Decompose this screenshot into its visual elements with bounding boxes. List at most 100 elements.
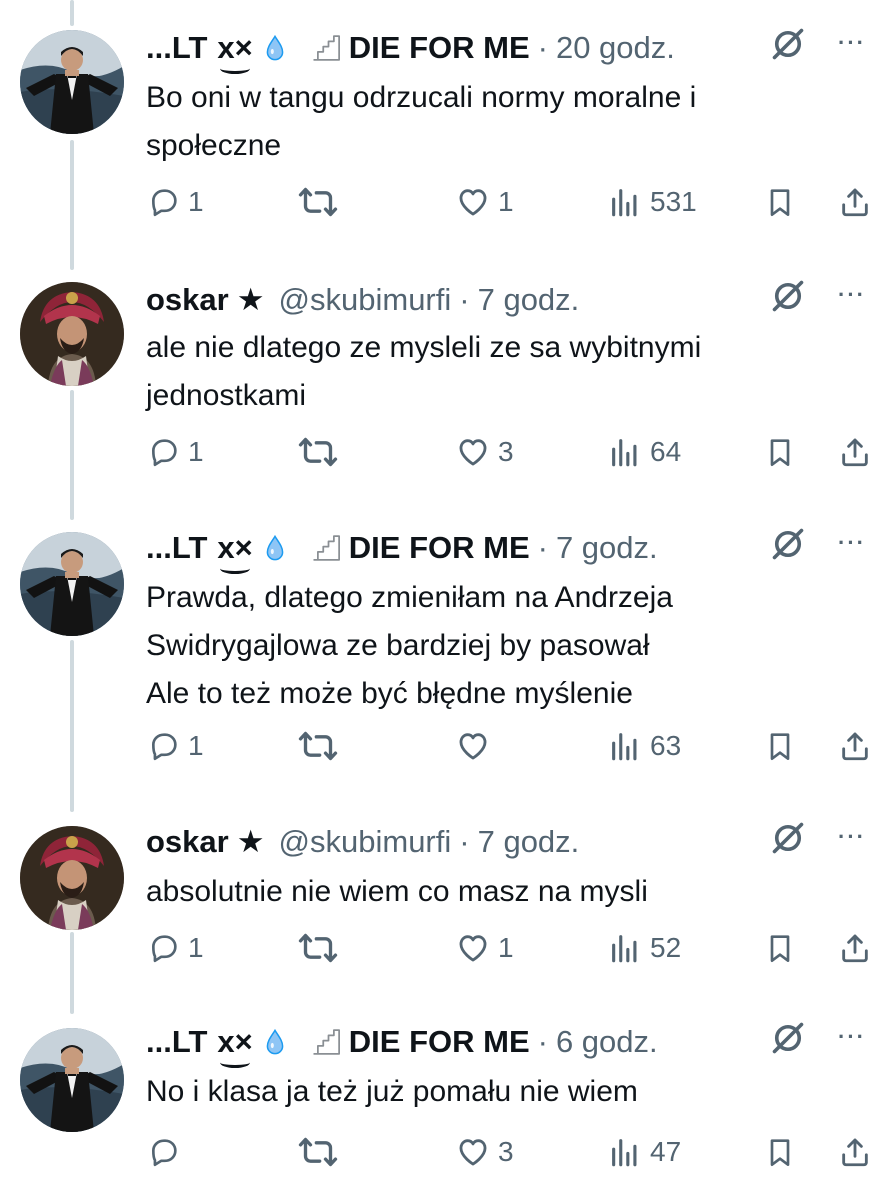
tweet-timestamp[interactable]: 7 godz.	[478, 282, 580, 318]
more-icon[interactable]: ···	[838, 530, 866, 556]
retweet-button[interactable]	[298, 926, 346, 970]
author-name-extra[interactable]: DIE FOR ME	[349, 530, 530, 566]
like-button[interactable]: 1	[456, 926, 514, 970]
share-button[interactable]	[838, 724, 872, 768]
tweet-timestamp[interactable]: 7 godz.	[478, 824, 580, 860]
tweet-actions: 1 63	[146, 724, 876, 768]
thread-connector-line	[70, 390, 74, 520]
avatar[interactable]	[20, 30, 124, 134]
like-button[interactable]: 3	[456, 430, 514, 474]
reply-icon	[148, 1136, 180, 1168]
more-icon[interactable]: ···	[838, 282, 866, 308]
share-icon	[838, 931, 872, 965]
reply-icon	[148, 436, 180, 468]
view-count: 64	[650, 436, 682, 467]
reply-button[interactable]: 1	[148, 926, 204, 970]
bookmark-icon	[764, 436, 796, 468]
share-button[interactable]	[838, 180, 872, 224]
bookmark-button[interactable]	[764, 430, 796, 474]
views-icon	[608, 931, 642, 965]
author-name[interactable]: oskar	[146, 282, 229, 318]
retweet-icon	[298, 1132, 338, 1172]
grok-icon[interactable]	[770, 278, 806, 322]
like-button[interactable]: 1	[456, 180, 514, 224]
tweet-actions: 1 3 64	[146, 430, 876, 474]
grok-icon[interactable]	[770, 1020, 806, 1064]
like-count: 1	[498, 932, 514, 963]
tweet-header: ...LT x× DIE FOR ME · 6 godz. ···	[146, 1020, 866, 1068]
thread-connector-line	[70, 640, 74, 812]
author-handle[interactable]: @skubimurfi	[279, 282, 452, 318]
author-name[interactable]: oskar	[146, 824, 229, 860]
views-icon	[608, 729, 642, 763]
tweet-timestamp[interactable]: 20 godz.	[556, 30, 675, 66]
tweet-header: ...LT x× DIE FOR ME · 7 godz. ···	[146, 526, 866, 574]
tweet-header: ...LT x× DIE FOR ME · 20 godz. ···	[146, 26, 866, 74]
more-icon[interactable]: ···	[838, 1024, 866, 1050]
avatar[interactable]	[20, 826, 124, 930]
tweet-text: absolutnie nie wiem co masz na mysli	[146, 868, 856, 916]
tweet-text-line: Prawda, dlatego zmieniłam na Andrzeja	[146, 581, 673, 614]
reply-button[interactable]: 1	[148, 724, 204, 768]
author-name[interactable]: ...LT	[146, 530, 207, 566]
avatar[interactable]	[20, 1028, 124, 1132]
share-button[interactable]	[838, 430, 872, 474]
views-icon	[608, 185, 642, 219]
views-button[interactable]: 64	[608, 430, 681, 474]
bookmark-icon	[764, 730, 796, 762]
views-icon	[608, 1135, 642, 1169]
tweet-text-line: jednostkami	[146, 379, 307, 412]
retweet-button[interactable]	[298, 724, 346, 768]
views-button[interactable]: 47	[608, 1130, 681, 1174]
author-name[interactable]: ...LT	[146, 1024, 207, 1060]
grok-icon[interactable]	[770, 26, 806, 70]
author-handle[interactable]: @skubimurfi	[279, 824, 452, 860]
like-count: 3	[498, 436, 514, 467]
reply-button[interactable]: 1	[148, 430, 204, 474]
grok-icon[interactable]	[770, 526, 806, 570]
tweet-text: Bo oni w tangu odrzucali normy moralne i…	[146, 74, 856, 170]
views-button[interactable]: 52	[608, 926, 681, 970]
retweet-button[interactable]	[298, 1130, 346, 1174]
author-name-suffix: x×	[217, 30, 253, 74]
retweet-button[interactable]	[298, 430, 346, 474]
bookmark-button[interactable]	[764, 1130, 796, 1174]
bookmark-button[interactable]	[764, 724, 796, 768]
view-count: 63	[650, 730, 682, 761]
share-icon	[838, 729, 872, 763]
reply-button[interactable]	[148, 1130, 188, 1174]
view-count: 52	[650, 932, 682, 963]
more-icon[interactable]: ···	[838, 30, 866, 56]
more-icon[interactable]: ···	[838, 824, 866, 850]
water-drop-icon	[261, 29, 289, 67]
thread-connector-line	[70, 0, 74, 26]
view-count: 47	[650, 1136, 682, 1167]
retweet-button[interactable]	[298, 180, 346, 224]
like-button[interactable]: 3	[456, 1130, 514, 1174]
share-button[interactable]	[838, 1130, 872, 1174]
retweet-icon	[298, 928, 338, 968]
bookmark-button[interactable]	[764, 926, 796, 970]
avatar[interactable]	[20, 282, 124, 386]
share-button[interactable]	[838, 926, 872, 970]
tweet-timestamp[interactable]: 7 godz.	[556, 530, 658, 566]
reply-icon	[148, 730, 180, 762]
author-name-suffix: x×	[217, 1024, 253, 1068]
tweet-header: oskar ★ @skubimurfi · 7 godz. ···	[146, 822, 866, 862]
author-name-extra[interactable]: DIE FOR ME	[349, 30, 530, 66]
like-button[interactable]	[456, 724, 498, 768]
replie-count: 1	[188, 186, 204, 217]
reply-button[interactable]: 1	[148, 180, 204, 224]
tweet-text-line: No i klasa ja też już pomału nie wiem	[146, 1075, 638, 1108]
tweet-timestamp[interactable]: 6 godz.	[556, 1024, 658, 1060]
views-button[interactable]: 531	[608, 180, 697, 224]
author-name-extra[interactable]: DIE FOR ME	[349, 1024, 530, 1060]
grok-icon[interactable]	[770, 820, 806, 864]
bookmark-button[interactable]	[764, 180, 796, 224]
views-button[interactable]: 63	[608, 724, 681, 768]
like-icon	[456, 185, 490, 219]
tweet-text-line: Ale to też może być błędne myślenie	[146, 677, 633, 710]
avatar[interactable]	[20, 532, 124, 636]
tweet-text-line: społeczne	[146, 129, 282, 162]
author-name[interactable]: ...LT	[146, 30, 207, 66]
